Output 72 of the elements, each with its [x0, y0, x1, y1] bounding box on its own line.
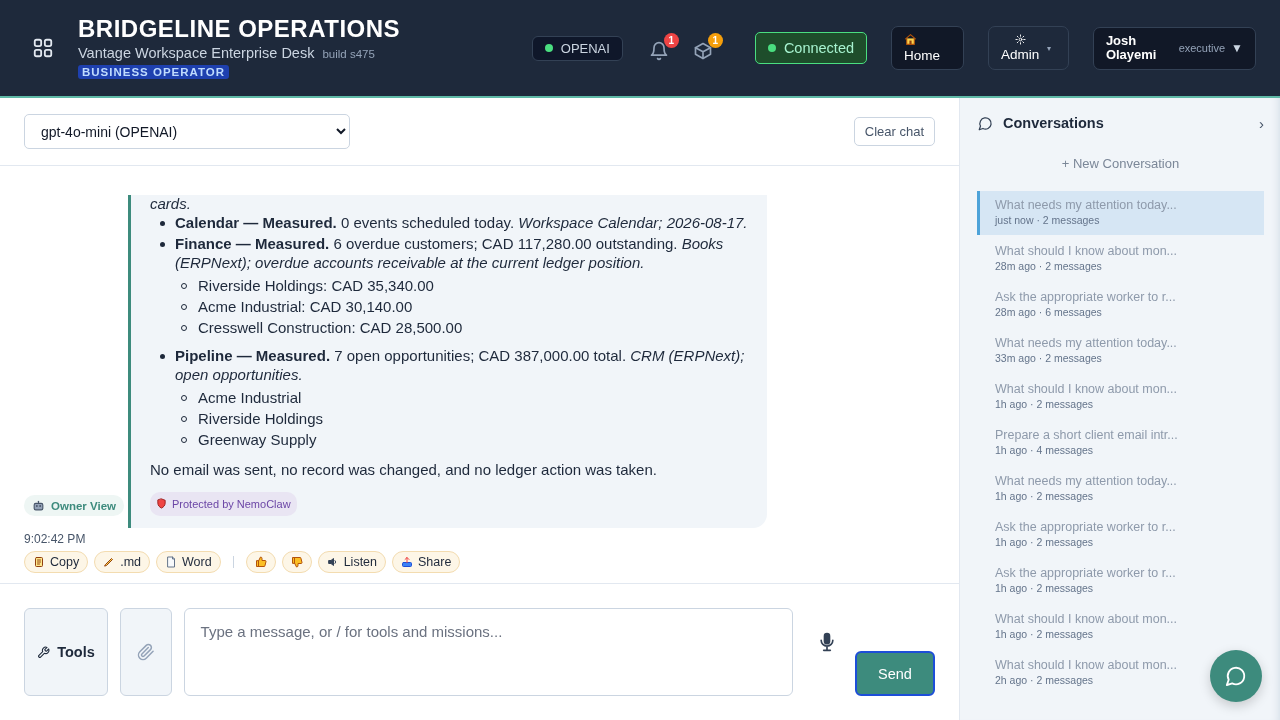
bullet-icon	[160, 354, 165, 359]
conversation-item[interactable]: What needs my attention today... just now · 2 messages	[977, 191, 1264, 235]
message-time: 9:02:42 PM	[24, 532, 87, 546]
list-item-text: Acme Industrial	[198, 388, 302, 408]
conversation-item[interactable]: Ask the appropriate worker to r... 28m ago · 6 messages	[977, 283, 1264, 327]
chat-bubble-icon	[978, 115, 993, 131]
house-icon	[904, 33, 918, 46]
clipboard-icon	[33, 556, 45, 568]
copy-button[interactable]: Copy	[24, 551, 89, 573]
build-label: build s475	[322, 48, 375, 60]
workspace-name: Vantage Workspace Enterprise Desk	[78, 45, 315, 61]
collapse-button[interactable]: ›	[1259, 114, 1264, 132]
notifications-button[interactable]: 1	[646, 33, 679, 63]
conversation-item[interactable]: What needs my attention today... 1h ago · 2 messages	[977, 467, 1264, 511]
conversation-item[interactable]: Prepare a short client email intr... 1h ago · 4 messages	[977, 421, 1264, 465]
conversation-item[interactable]: What should I know about mon... 1h ago · 2 messages	[977, 375, 1264, 419]
thumbs-up-button[interactable]	[245, 551, 276, 573]
tools-button[interactable]: Tools	[24, 608, 109, 696]
send-button[interactable]: Send	[854, 651, 935, 696]
count-badge: 1	[707, 33, 723, 48]
speaker-icon	[326, 556, 339, 568]
count-badge: 1	[663, 33, 679, 48]
conversation-item[interactable]: What should I know about mon... 2h ago · 2 messages	[977, 651, 1264, 695]
paperclip-icon	[136, 643, 155, 661]
list-item-text: Greenway Supply	[198, 430, 317, 450]
tray-arrow-icon	[401, 556, 414, 568]
bullet-icon	[160, 242, 165, 247]
list-item-text: Cresswell Construction: CAD 28,500.00	[198, 318, 463, 338]
list-item-text: Acme Industrial: CAD 30,140.00	[198, 297, 413, 317]
new-conversation-button[interactable]: + New Conversation	[1061, 152, 1180, 175]
bell-icon	[648, 41, 669, 61]
clear-chat-button[interactable]: Clear chat	[853, 117, 935, 146]
conversation-item[interactable]: What needs my attention today... 33m ago · 2 messages	[977, 329, 1264, 373]
sidebar-title: Conversations	[1003, 115, 1104, 131]
list-item-text: Finance — Measured. 6 overdue customers; CAD 117,280.00 outstanding. Books (ERPNext); overdue accounts receivable at the current ledger position.	[175, 235, 725, 272]
thumbs-down-button[interactable]	[281, 551, 312, 573]
list-item-text: Pipeline — Measured. 7 open opportunities; CAD 387,000.00 total. CRM (ERPNext); open opportunities.	[175, 347, 746, 384]
connection-status: Connected	[754, 32, 868, 64]
list-item-text: Calendar — Measured. 0 events scheduled today. Workspace Calendar; 2026-08-17.	[175, 213, 748, 232]
app-title: BRIDGELINE OPERATIONS	[78, 15, 402, 43]
admin-button[interactable]: Admin ▾	[988, 26, 1069, 70]
apps-grid-icon	[32, 37, 54, 59]
protection-badge: Protected by NemoClaw	[150, 491, 297, 516]
markdown-button[interactable]: .md	[94, 551, 151, 573]
thumbs-down-icon	[290, 556, 303, 568]
message-text: No email was sent, no record was changed, and no ledger action was taken.	[150, 461, 658, 480]
shield-icon	[156, 498, 167, 510]
chat-bubble-icon	[1225, 665, 1247, 687]
box-icon	[692, 41, 713, 61]
home-button[interactable]: Home	[891, 26, 965, 70]
conversation-item[interactable]: What should I know about mon... 28m ago · 2 messages	[977, 237, 1264, 281]
pencil-icon	[103, 556, 116, 568]
thumbs-up-icon	[254, 556, 267, 568]
conversation-item[interactable]: What should I know about mon... 1h ago · 2 messages	[977, 605, 1264, 649]
message-text: cards.	[150, 195, 192, 214]
conversation-item[interactable]: Ask the appropriate worker to r... 1h ago · 2 messages	[977, 559, 1264, 603]
sender-badge: Owner View	[24, 495, 124, 516]
role-badge: BUSINESS OPERATOR	[78, 65, 230, 79]
wrench-icon	[37, 645, 51, 659]
document-icon	[165, 556, 178, 568]
bullet-icon	[160, 220, 165, 226]
list-item-text: Riverside Holdings: CAD 35,340.00	[198, 276, 434, 296]
robot-icon	[32, 499, 45, 512]
word-button[interactable]: Word	[156, 551, 221, 573]
conversation-item[interactable]: Ask the appropriate worker to r... 1h ago · 2 messages	[977, 513, 1264, 557]
list-item-text: Riverside Holdings	[198, 409, 324, 429]
model-select[interactable]: gpt-4o-mini (OPENAI)	[24, 114, 350, 149]
provider-status: OPENAI	[531, 35, 623, 61]
message-input[interactable]: Type a message, or / for tools and missions...	[183, 608, 793, 696]
listen-button[interactable]: Listen	[317, 551, 387, 573]
user-menu-button[interactable]: Josh Olayemi executive ▼	[1092, 26, 1256, 70]
share-button[interactable]: Share	[392, 551, 461, 573]
